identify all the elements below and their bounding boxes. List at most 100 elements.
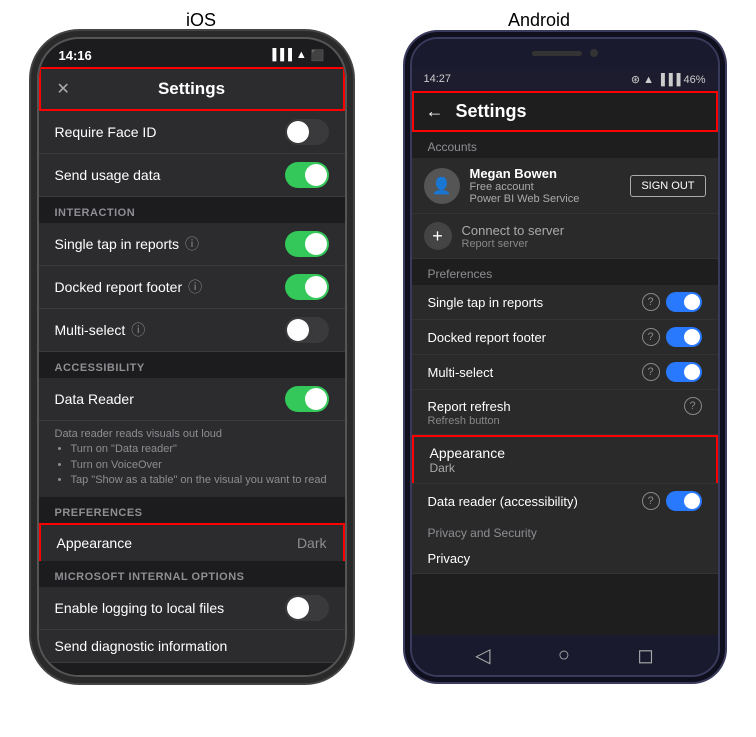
android-screen: ← Settings Accounts 👤 Megan Bowen Free a… bbox=[412, 91, 718, 635]
ios-data-reader-row: Data Reader bbox=[39, 378, 345, 421]
android-settings-header: ← Settings bbox=[412, 91, 718, 132]
android-single-tap-question: ? bbox=[642, 293, 660, 311]
android-report-refresh-label: Report refresh bbox=[428, 399, 511, 414]
android-report-refresh-sub: Refresh button bbox=[428, 415, 702, 427]
ios-logging-toggle[interactable] bbox=[285, 595, 329, 621]
android-status-icons: ⊛ ▲ ▐▐▐ 46% bbox=[631, 73, 706, 86]
android-multi-select-label: Multi-select bbox=[428, 365, 494, 380]
ios-data-reader-description: Data reader reads visuals out loud Turn … bbox=[39, 421, 345, 497]
ios-settings-header: ✕ Settings bbox=[39, 67, 345, 111]
android-account-row: 👤 Megan Bowen Free account Power BI Web … bbox=[412, 158, 718, 214]
ios-multi-select-toggle[interactable] bbox=[285, 317, 329, 343]
ios-send-usage-label: Send usage data bbox=[55, 167, 161, 183]
android-single-tap-toggle[interactable] bbox=[666, 292, 702, 312]
ios-single-tap-row: Single tap in reports ⓘ bbox=[39, 223, 345, 266]
android-top-bar bbox=[412, 39, 718, 67]
ios-single-tap-question: ⓘ bbox=[185, 234, 199, 254]
ios-data-reader-desc-2: Turn on VoiceOver bbox=[71, 458, 329, 473]
ios-notch bbox=[127, 39, 257, 63]
ios-screen: ✕ Settings Require Face ID Send usage da… bbox=[39, 67, 345, 675]
ios-multi-select-row: Multi-select ⓘ bbox=[39, 309, 345, 352]
ios-preferences-section: PREFERENCES bbox=[39, 497, 345, 523]
android-privacy-section: Privacy and Security bbox=[412, 518, 718, 544]
ios-multi-select-label: Multi-select ⓘ bbox=[55, 320, 146, 340]
android-docked-footer-label: Docked report footer bbox=[428, 330, 547, 345]
android-connect-sub: Report server bbox=[462, 238, 565, 250]
android-account-name: Megan Bowen bbox=[470, 166, 621, 181]
ios-microsoft-section: MICROSOFT INTERNAL OPTIONS bbox=[39, 561, 345, 587]
android-report-refresh-row: Report refresh ? Refresh button bbox=[412, 390, 718, 435]
android-report-refresh-question: ? bbox=[684, 397, 702, 415]
ios-data-reader-desc-0: Data reader reads visuals out loud bbox=[55, 427, 329, 442]
ios-docked-footer-label: Docked report footer ⓘ bbox=[55, 277, 203, 297]
android-back-btn[interactable]: ← bbox=[426, 101, 444, 122]
ios-multi-select-question: ⓘ bbox=[131, 320, 145, 340]
android-platform-label: Android bbox=[508, 10, 570, 31]
android-nav-back-icon[interactable]: ◁ bbox=[475, 643, 490, 668]
ios-platform-label: iOS bbox=[186, 10, 216, 31]
android-data-reader-label: Data reader (accessibility) bbox=[428, 494, 578, 509]
ios-send-usage-toggle[interactable] bbox=[285, 162, 329, 188]
android-multi-select-question: ? bbox=[642, 363, 660, 381]
ios-require-faceid-label: Require Face ID bbox=[55, 124, 157, 140]
android-nav-recents-icon[interactable]: ◻ bbox=[637, 643, 654, 668]
android-docked-question: ? bbox=[642, 328, 660, 346]
android-data-reader-row: Data reader (accessibility) ? bbox=[412, 483, 718, 518]
ios-battery-icon: ⬛ bbox=[311, 49, 325, 62]
android-single-tap-label: Single tap in reports bbox=[428, 295, 544, 310]
android-accounts-section: Accounts bbox=[412, 132, 718, 158]
ios-data-reader-toggle[interactable] bbox=[285, 386, 329, 412]
android-account-type: Free account bbox=[470, 181, 621, 193]
android-privacy-label: Privacy bbox=[428, 551, 471, 566]
ios-close-btn[interactable]: ✕ bbox=[57, 79, 70, 99]
android-data-reader-question: ? bbox=[642, 492, 660, 510]
android-preferences-section: Preferences bbox=[412, 259, 718, 285]
android-appearance-row: Appearance Dark bbox=[412, 435, 718, 483]
android-appearance-label: Appearance bbox=[430, 445, 700, 461]
ios-docked-footer-toggle[interactable] bbox=[285, 274, 329, 300]
ios-header-title: Settings bbox=[158, 79, 225, 99]
android-appearance-value: Dark bbox=[430, 461, 700, 475]
ios-diagnostic-label: Send diagnostic information bbox=[55, 638, 228, 654]
android-docked-toggle[interactable] bbox=[666, 327, 702, 347]
ios-require-faceid-toggle[interactable] bbox=[285, 119, 329, 145]
ios-diagnostic-row: Send diagnostic information bbox=[39, 630, 345, 663]
android-multi-select-row: Multi-select ? bbox=[412, 355, 718, 390]
ios-appearance-value: Dark bbox=[297, 535, 327, 551]
ios-appearance-label: Appearance bbox=[57, 535, 133, 551]
ios-data-reader-desc-1: Turn on "Data reader" bbox=[71, 442, 329, 457]
android-speaker bbox=[532, 51, 582, 56]
ios-phone: 14:16 ▐▐▐ ▲ ⬛ ✕ Settings Require Face ID… bbox=[37, 37, 347, 677]
ios-signal-icon: ▐▐▐ bbox=[269, 49, 292, 61]
ios-data-reader-label: Data Reader bbox=[55, 391, 134, 407]
android-sign-out-btn[interactable]: SIGN OUT bbox=[630, 175, 705, 197]
android-connect-row: + Connect to server Report server bbox=[412, 214, 718, 259]
android-status-bar: 14:27 ⊛ ▲ ▐▐▐ 46% bbox=[412, 67, 718, 91]
ios-appearance-row: Appearance Dark bbox=[39, 523, 345, 561]
ios-docked-footer-question: ⓘ bbox=[188, 277, 202, 297]
ios-data-reader-desc-3: Tap "Show as a table" on the visual you … bbox=[71, 473, 329, 488]
ios-send-usage-row: Send usage data bbox=[39, 154, 345, 197]
ios-interaction-section: INTERACTION bbox=[39, 197, 345, 223]
android-multi-select-toggle[interactable] bbox=[666, 362, 702, 382]
ios-wifi-icon: ▲ bbox=[296, 49, 307, 61]
android-time: 14:27 bbox=[424, 73, 452, 85]
ios-require-faceid-row: Require Face ID bbox=[39, 111, 345, 154]
android-privacy-row: Privacy bbox=[412, 544, 718, 574]
ios-logging-row: Enable logging to local files bbox=[39, 587, 345, 630]
ios-single-tap-toggle[interactable] bbox=[285, 231, 329, 257]
android-plus-icon: + bbox=[424, 222, 452, 250]
android-nav-home-icon[interactable]: ○ bbox=[558, 644, 570, 667]
ios-logging-label: Enable logging to local files bbox=[55, 600, 225, 616]
android-connect-label: Connect to server bbox=[462, 223, 565, 238]
android-account-info: Megan Bowen Free account Power BI Web Se… bbox=[470, 166, 621, 205]
android-avatar: 👤 bbox=[424, 168, 460, 204]
android-data-reader-toggle[interactable] bbox=[666, 491, 702, 511]
android-header-title: Settings bbox=[456, 101, 527, 122]
android-camera bbox=[590, 49, 598, 57]
android-phone: 14:27 ⊛ ▲ ▐▐▐ 46% ← Settings Accounts 👤 … bbox=[410, 37, 720, 677]
android-account-service: Power BI Web Service bbox=[470, 193, 621, 205]
android-docked-footer-row: Docked report footer ? bbox=[412, 320, 718, 355]
ios-docked-footer-row: Docked report footer ⓘ bbox=[39, 266, 345, 309]
ios-single-tap-label: Single tap in reports ⓘ bbox=[55, 234, 200, 254]
